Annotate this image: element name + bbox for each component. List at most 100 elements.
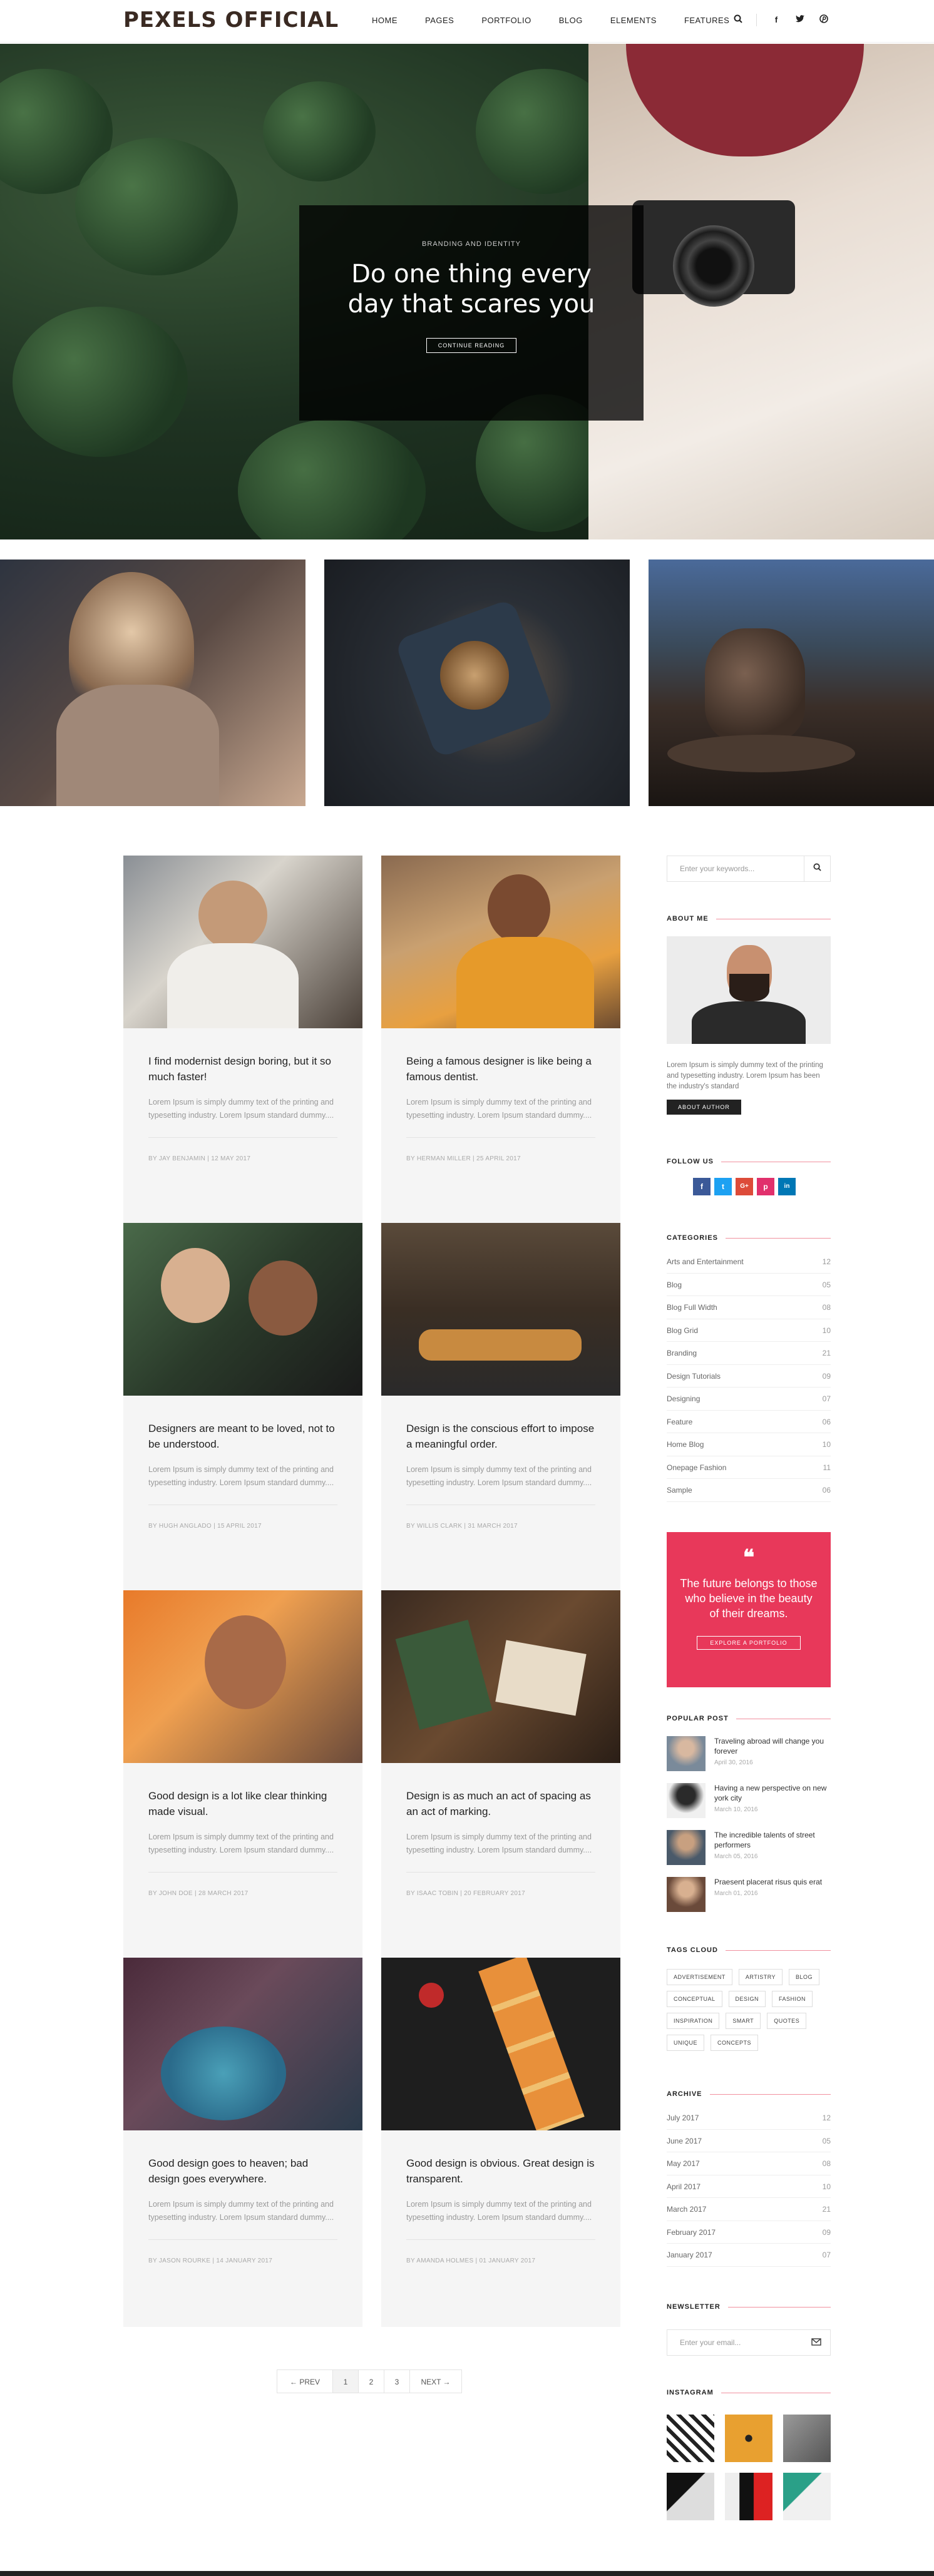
- page-1-button[interactable]: 1: [332, 2369, 359, 2393]
- instagram-photo[interactable]: [667, 2415, 714, 2462]
- post-card[interactable]: Design is as much an act of spacing as a…: [381, 1590, 620, 1960]
- post-card[interactable]: Designers are meant to be loved, not to …: [123, 1223, 362, 1592]
- post-card[interactable]: Being a famous designer is like being a …: [381, 856, 620, 1225]
- post-image[interactable]: [123, 856, 362, 1028]
- pinterest-icon[interactable]: p: [757, 1178, 774, 1195]
- category-item[interactable]: Designing 07: [667, 1388, 831, 1411]
- post-title[interactable]: I find modernist design boring, but it s…: [148, 1053, 337, 1085]
- archive-item[interactable]: January 2017 07: [667, 2244, 831, 2267]
- instagram-photo[interactable]: [783, 2473, 831, 2520]
- nav-features[interactable]: FEATURES: [684, 16, 729, 25]
- post-title[interactable]: Good design is a lot like clear thinking…: [148, 1788, 337, 1819]
- post-card[interactable]: I find modernist design boring, but it s…: [123, 856, 362, 1225]
- post-image[interactable]: [381, 1590, 620, 1763]
- post-card[interactable]: Good design is a lot like clear thinking…: [123, 1590, 362, 1960]
- post-image[interactable]: [381, 856, 620, 1028]
- instagram-photo[interactable]: [667, 2473, 714, 2520]
- search-input[interactable]: Enter your keywords...: [680, 864, 754, 873]
- hero-slider[interactable]: BRANDING AND IDENTITY Do one thing every…: [0, 44, 934, 539]
- category-item[interactable]: Design Tutorials 09: [667, 1365, 831, 1388]
- search-icon[interactable]: [732, 14, 744, 26]
- tag-item[interactable]: UNIQUE: [667, 2035, 705, 2051]
- tag-item[interactable]: ADVERTISEMENT: [667, 1969, 732, 1985]
- popular-post-thumb[interactable]: [667, 1877, 706, 1912]
- archive-item[interactable]: April 2017 10: [667, 2175, 831, 2198]
- about-author-button[interactable]: ABOUT AUTHOR: [667, 1100, 741, 1115]
- twitter-icon[interactable]: [794, 14, 806, 26]
- post-title[interactable]: Good design is obvious. Great design is …: [406, 2155, 595, 2187]
- category-item[interactable]: Blog Grid 10: [667, 1319, 831, 1342]
- next-page-button[interactable]: NEXT →: [409, 2369, 462, 2393]
- post-card[interactable]: Design is the conscious effort to impose…: [381, 1223, 620, 1592]
- tag-item[interactable]: FASHION: [772, 1991, 813, 2007]
- search-icon[interactable]: [804, 856, 830, 881]
- post-card[interactable]: Good design goes to heaven; bad design g…: [123, 1958, 362, 2327]
- sidebar-search[interactable]: Enter your keywords...: [667, 856, 831, 882]
- post-card[interactable]: Good design is obvious. Great design is …: [381, 1958, 620, 2327]
- site-logo[interactable]: PEXELS OFFICIAL: [123, 8, 339, 33]
- archive-item[interactable]: June 2017 05: [667, 2130, 831, 2152]
- archive-item[interactable]: February 2017 09: [667, 2221, 831, 2244]
- facebook-icon[interactable]: f: [771, 14, 782, 26]
- post-title[interactable]: Design is as much an act of spacing as a…: [406, 1788, 595, 1819]
- popular-post-item[interactable]: Praesent placerat risus quis erat March 0…: [667, 1877, 831, 1924]
- nav-portfolio[interactable]: PORTFOLIO: [481, 16, 531, 25]
- post-image[interactable]: [123, 1223, 362, 1396]
- post-image[interactable]: [381, 1958, 620, 2130]
- page-3-button[interactable]: 3: [384, 2369, 410, 2393]
- page-2-button[interactable]: 2: [358, 2369, 384, 2393]
- popular-post-thumb[interactable]: [667, 1736, 706, 1771]
- popular-post-item[interactable]: Traveling abroad will change you forever…: [667, 1736, 831, 1783]
- category-item[interactable]: Sample 06: [667, 1479, 831, 1502]
- post-title[interactable]: Designers are meant to be loved, not to …: [148, 1421, 337, 1452]
- post-title[interactable]: Being a famous designer is like being a …: [406, 1053, 595, 1085]
- newsletter-form[interactable]: Enter your email...: [667, 2329, 831, 2356]
- post-image[interactable]: [381, 1223, 620, 1396]
- post-image[interactable]: [123, 1958, 362, 2130]
- tag-item[interactable]: CONCEPTS: [711, 2035, 759, 2051]
- explore-portfolio-button[interactable]: EXPLORE A PORTFOLIO: [697, 1636, 801, 1650]
- category-item[interactable]: Feature 06: [667, 1411, 831, 1433]
- tag-item[interactable]: BLOG: [789, 1969, 820, 1985]
- archive-item[interactable]: March 2017 21: [667, 2198, 831, 2221]
- linkedin-icon[interactable]: in: [778, 1178, 796, 1195]
- popular-post-item[interactable]: Having a new perspective on new york cit…: [667, 1783, 831, 1830]
- instagram-photo[interactable]: [783, 2415, 831, 2462]
- popular-post-title[interactable]: Having a new perspective on new york cit…: [714, 1783, 831, 1803]
- nav-home[interactable]: HOME: [372, 16, 398, 25]
- category-item[interactable]: Blog 05: [667, 1274, 831, 1296]
- feature-tile-woman[interactable]: [0, 560, 305, 806]
- tag-item[interactable]: QUOTES: [767, 2013, 807, 2029]
- feature-tile-pottery[interactable]: [649, 560, 934, 806]
- nav-blog[interactable]: BLOG: [559, 16, 583, 25]
- tag-item[interactable]: SMART: [726, 2013, 761, 2029]
- tag-item[interactable]: ARTISTRY: [738, 1969, 783, 1985]
- prev-page-button[interactable]: ← PREV: [277, 2369, 333, 2393]
- pinterest-icon[interactable]: [818, 14, 829, 26]
- category-item[interactable]: Home Blog 10: [667, 1433, 831, 1456]
- nav-pages[interactable]: PAGES: [425, 16, 454, 25]
- category-item[interactable]: Blog Full Width 08: [667, 1296, 831, 1319]
- popular-post-item[interactable]: The incredible talents of street perform…: [667, 1830, 831, 1877]
- tag-item[interactable]: CONCEPTUAL: [667, 1991, 722, 2007]
- category-item[interactable]: Branding 21: [667, 1342, 831, 1365]
- google-plus-icon[interactable]: G+: [736, 1178, 753, 1195]
- twitter-icon[interactable]: t: [714, 1178, 732, 1195]
- tag-item[interactable]: DESIGN: [728, 1991, 766, 2007]
- archive-item[interactable]: July 2017 12: [667, 2107, 831, 2130]
- popular-post-title[interactable]: Praesent placerat risus quis erat: [714, 1877, 822, 1887]
- instagram-photo[interactable]: [725, 2415, 772, 2462]
- nav-elements[interactable]: ELEMENTS: [610, 16, 657, 25]
- envelope-icon[interactable]: [811, 2338, 821, 2348]
- popular-post-title[interactable]: The incredible talents of street perform…: [714, 1830, 831, 1850]
- facebook-icon[interactable]: f: [693, 1178, 711, 1195]
- continue-reading-button[interactable]: CONTINUE READING: [426, 338, 517, 353]
- post-image[interactable]: [123, 1590, 362, 1763]
- post-title[interactable]: Good design goes to heaven; bad design g…: [148, 2155, 337, 2187]
- instagram-photo[interactable]: [725, 2473, 772, 2520]
- category-item[interactable]: Arts and Entertainment 12: [667, 1250, 831, 1274]
- popular-post-title[interactable]: Traveling abroad will change you forever: [714, 1736, 831, 1756]
- tag-item[interactable]: INSPIRATION: [667, 2013, 720, 2029]
- popular-post-thumb[interactable]: [667, 1783, 706, 1818]
- popular-post-thumb[interactable]: [667, 1830, 706, 1865]
